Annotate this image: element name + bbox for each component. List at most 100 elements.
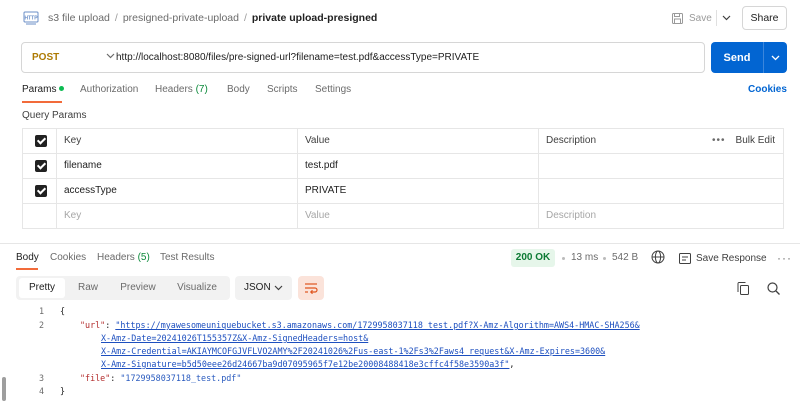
json-key: "url" (80, 320, 106, 330)
tab-label: Headers (97, 252, 135, 263)
scrollbar[interactable] (2, 377, 6, 401)
save-response-label: Save Response (696, 252, 767, 264)
tab-response-headers[interactable]: Headers (5) (97, 252, 150, 263)
save-label: Save (689, 12, 712, 24)
save-response-button[interactable]: Save Response (679, 250, 767, 266)
more-icon[interactable]: ••• (712, 135, 726, 146)
column-header-key: Key (56, 129, 297, 153)
request-title[interactable]: private upload-presigned (252, 12, 377, 24)
row-checkbox[interactable] (35, 160, 47, 172)
headers-count: (5) (137, 252, 150, 263)
param-description[interactable] (538, 179, 784, 203)
param-key[interactable]: filename (56, 154, 297, 178)
tab-authorization[interactable]: Authorization (80, 84, 138, 95)
code-line: "url": "https://myawesomeuniquebucket.s3… (80, 320, 640, 330)
url-input[interactable]: http://localhost:8080/files/pre-signed-u… (116, 43, 479, 72)
save-icon (672, 12, 683, 24)
tab-params[interactable]: Params (22, 84, 65, 95)
line-number: 4 (38, 386, 44, 396)
view-pretty-button[interactable]: Pretty (19, 278, 65, 298)
tab-headers[interactable]: Headers (7) (155, 84, 208, 95)
wrap-lines-icon (305, 283, 318, 294)
separator-dot (562, 257, 565, 260)
top-bar: HTTP s3 file upload / presigned-private-up… (0, 0, 800, 36)
response-time[interactable]: 13 ms (571, 252, 598, 263)
save-response-icon (679, 252, 691, 264)
tab-label: Params (22, 84, 57, 95)
query-params-table: Key Value Description ••• Bulk Edit filen… (22, 128, 784, 229)
row-check-cell (22, 154, 56, 178)
breadcrumb-folder[interactable]: presigned-private-upload (123, 12, 239, 24)
view-visualize-button[interactable]: Visualize (168, 278, 226, 298)
json-url-continuation[interactable]: X-Amz-Signature=b5d50eee26d24667ba9d0709… (101, 359, 509, 369)
code-line: } (60, 386, 66, 396)
param-value[interactable]: PRIVATE (297, 179, 538, 203)
search-icon[interactable] (767, 282, 780, 295)
new-description-input[interactable]: Description (538, 204, 784, 228)
svg-text:HTTP: HTTP (24, 16, 38, 22)
tab-test-results[interactable]: Test Results (160, 252, 214, 263)
format-select[interactable]: JSON (235, 276, 292, 300)
headers-count: (7) (195, 84, 208, 95)
breadcrumb-separator: / (243, 12, 247, 24)
line-number: 1 (38, 306, 44, 316)
chevron-down-icon (771, 55, 780, 60)
tab-scripts[interactable]: Scripts (267, 84, 298, 95)
select-all-checkbox[interactable] (35, 135, 47, 147)
divider (716, 10, 717, 26)
pane-divider[interactable] (0, 243, 800, 244)
bulk-edit-button[interactable]: ••• Bulk Edit (712, 129, 775, 153)
wrap-lines-button[interactable] (298, 276, 324, 300)
param-description[interactable] (538, 154, 784, 178)
send-button[interactable]: Send (711, 42, 763, 73)
row-check-cell (22, 204, 56, 228)
view-mode-group: Pretty Raw Preview Visualize (16, 276, 230, 300)
copy-icon[interactable] (737, 282, 749, 295)
code-line: { (60, 306, 66, 316)
more-options-icon[interactable]: ··· (777, 251, 792, 265)
response-size[interactable]: 542 B (612, 252, 638, 263)
status-badge[interactable]: 200 OK (511, 249, 555, 267)
share-button[interactable]: Share (742, 6, 787, 30)
tab-settings[interactable]: Settings (315, 84, 351, 95)
tab-label: Headers (155, 84, 193, 95)
json-url-continuation[interactable]: X-Amz-Credential=AKIAYMCOFGJVFLVO2AMY%2F… (101, 346, 605, 356)
json-url-continuation[interactable]: X-Amz-Date=20241026T155357Z&X-Amz-Signed… (101, 333, 368, 343)
tab-response-cookies[interactable]: Cookies (50, 252, 86, 263)
line-number: 3 (38, 373, 44, 383)
breadcrumb: s3 file upload / presigned-private-upload /… (48, 12, 377, 24)
tab-body[interactable]: Body (227, 84, 250, 95)
save-options-button[interactable] (718, 8, 734, 28)
chevron-down-icon (722, 15, 730, 21)
view-preview-button[interactable]: Preview (112, 278, 164, 298)
json-url-value[interactable]: "https://myawesomeuniquebucket.s3.amazon… (115, 320, 639, 330)
row-checkbox[interactable] (35, 185, 47, 197)
new-value-input[interactable]: Value (297, 204, 538, 228)
view-raw-button[interactable]: Raw (66, 278, 110, 298)
bulk-edit-label: Bulk Edit (735, 135, 775, 146)
url-bar: POST http://localhost:8080/files/pre-sig… (21, 42, 705, 73)
tab-response-body[interactable]: Body (16, 252, 39, 263)
cookies-link[interactable]: Cookies (748, 84, 787, 95)
table-header-row: Key Value Description ••• Bulk Edit (22, 129, 784, 154)
param-value[interactable]: test.pdf (297, 154, 538, 178)
new-key-input[interactable]: Key (56, 204, 297, 228)
globe-icon[interactable] (651, 250, 665, 264)
line-number: 2 (38, 320, 44, 330)
chevron-down-icon[interactable] (106, 53, 115, 59)
response-body-code[interactable]: 1 2 3 4 { "url": "https://myawesomeuniqu… (0, 304, 800, 403)
table-row-new: Key Value Description (22, 204, 784, 229)
save-button[interactable]: Save (672, 8, 712, 28)
http-request-icon: HTTP (23, 10, 39, 26)
param-key[interactable]: accessType (56, 179, 297, 203)
table-row: accessType PRIVATE (22, 179, 784, 204)
method-select[interactable]: POST (32, 43, 59, 72)
query-params-title: Query Params (22, 110, 87, 121)
select-all-cell (22, 129, 56, 153)
breadcrumb-collection[interactable]: s3 file upload (48, 12, 110, 24)
send-options-button[interactable] (763, 42, 787, 73)
column-header-value: Value (297, 129, 538, 153)
json-string-value: "1729958037118_test.pdf" (120, 373, 242, 383)
status-dot (59, 86, 65, 91)
chevron-down-icon (274, 285, 283, 291)
